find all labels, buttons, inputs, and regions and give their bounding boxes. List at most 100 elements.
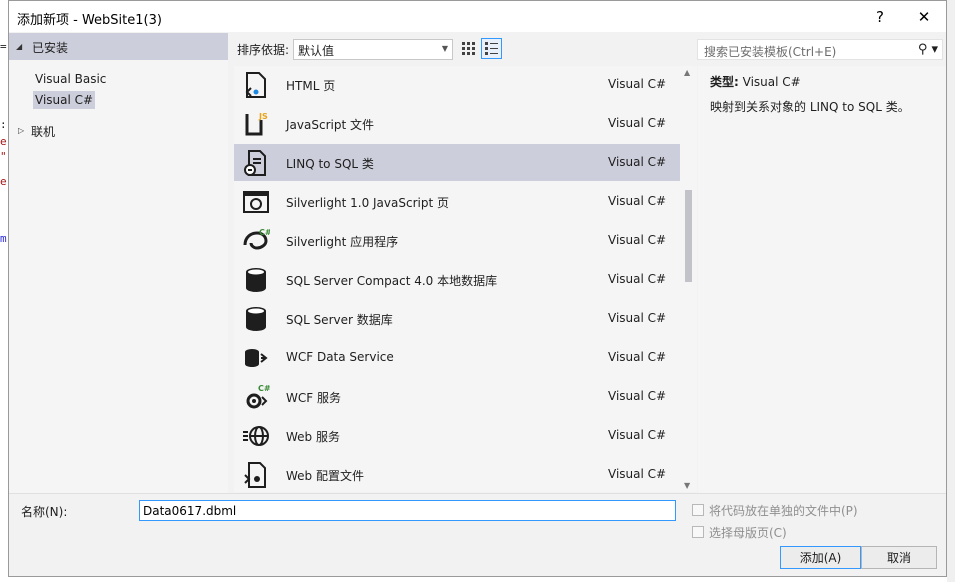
close-button[interactable]: ✕ xyxy=(902,1,946,32)
ide-code-glyph: : xyxy=(0,118,7,131)
template-row[interactable]: C# WCF 服务 Visual C# xyxy=(234,378,680,415)
svg-text:C#: C# xyxy=(258,384,270,393)
ide-code-glyph: = xyxy=(0,40,7,53)
template-row[interactable]: SQL Server Compact 4.0 本地数据库 Visual C# xyxy=(234,261,680,298)
title-bar: 添加新项 - WebSite1(3) ? ✕ xyxy=(9,1,946,32)
sort-dropdown-value: 默认值 xyxy=(298,44,335,58)
template-list: HTML 页 Visual C# JS JavaScript 文件 Visual C# L… xyxy=(234,66,680,492)
expanded-arrow-icon[interactable]: ◢ xyxy=(16,42,22,51)
grid-view-icon xyxy=(462,42,475,55)
sort-label: 排序依据: xyxy=(237,43,290,57)
close-icon: ✕ xyxy=(917,7,931,26)
template-info-pane: 类型: Visual C# 映射到关系对象的 LINQ to SQL 类。 xyxy=(698,66,946,493)
template-row[interactable]: Web 配置文件 Visual C# xyxy=(234,456,680,492)
wcf-data-service-icon xyxy=(242,344,270,372)
tree-node-online[interactable]: 联机 xyxy=(31,123,55,140)
search-icon[interactable]: ⚲ ▾ xyxy=(918,42,938,57)
collapsed-arrow-icon[interactable]: ▷ xyxy=(18,126,24,135)
template-row[interactable]: LINQ to SQL 类 Visual C# xyxy=(234,144,680,181)
template-name: Web 配置文件 xyxy=(286,469,364,483)
database-icon xyxy=(242,305,270,333)
template-row[interactable]: WCF Data Service Visual C# xyxy=(234,339,680,376)
template-description: 映射到关系对象的 LINQ to SQL 类。 xyxy=(710,100,910,114)
search-input[interactable]: 搜索已安装模板(Ctrl+E) ⚲ ▾ xyxy=(697,39,943,60)
tree-item-visual-basic[interactable]: Visual Basic xyxy=(35,70,106,88)
ide-background-left: = : e " e m xyxy=(0,0,8,582)
template-name: SQL Server Compact 4.0 本地数据库 xyxy=(286,274,498,288)
template-language: Visual C# xyxy=(608,272,667,286)
scroll-up-icon[interactable]: ▲ xyxy=(684,68,690,77)
template-name: SQL Server 数据库 xyxy=(286,313,393,327)
tree-node-label: 已安装 xyxy=(32,41,69,55)
wcf-service-icon: C# xyxy=(242,383,271,411)
add-button[interactable]: 添加(A) xyxy=(780,546,861,569)
template-name: WCF Data Service xyxy=(286,350,394,364)
template-language: Visual C# xyxy=(608,233,667,247)
template-name: JavaScript 文件 xyxy=(286,118,374,132)
name-label: 名称(N): xyxy=(21,505,68,519)
separate-file-label: 将代码放在单独的文件中(P) xyxy=(709,504,858,518)
list-view-button[interactable] xyxy=(481,38,502,59)
list-view-icon xyxy=(485,42,498,55)
template-name: LINQ to SQL 类 xyxy=(286,157,374,171)
template-name: Silverlight 1.0 JavaScript 页 xyxy=(286,196,449,210)
silverlight-page-icon xyxy=(242,188,270,216)
template-language: Visual C# xyxy=(608,311,667,325)
template-language: Visual C# xyxy=(608,467,667,481)
scrollbar-thumb[interactable] xyxy=(685,190,692,282)
search-placeholder: 搜索已安装模板(Ctrl+E) xyxy=(704,45,837,59)
template-language: Visual C# xyxy=(608,77,667,91)
template-language: Visual C# xyxy=(608,116,667,130)
template-name: Silverlight 应用程序 xyxy=(286,235,399,249)
divider xyxy=(9,493,946,494)
ide-code-glyph: m xyxy=(0,232,7,245)
tree-item-visual-csharp[interactable]: Visual C# xyxy=(33,91,96,109)
ide-code-glyph: e xyxy=(0,135,7,148)
silverlight-app-icon: C# xyxy=(242,227,272,255)
template-name: Web 服务 xyxy=(286,430,340,444)
template-type-label: 类型: xyxy=(710,75,739,89)
help-icon: ? xyxy=(876,7,884,26)
template-row[interactable]: Silverlight 1.0 JavaScript 页 Visual C# xyxy=(234,183,680,220)
template-type: 类型: Visual C# xyxy=(710,73,801,90)
master-page-checkbox[interactable] xyxy=(692,526,704,538)
javascript-file-icon: JS xyxy=(242,110,270,138)
cancel-button[interactable]: 取消 xyxy=(861,546,937,569)
template-row[interactable]: SQL Server 数据库 Visual C# xyxy=(234,300,680,337)
template-row[interactable]: JS JavaScript 文件 Visual C# xyxy=(234,105,680,142)
web-config-icon xyxy=(242,461,270,489)
template-name: WCF 服务 xyxy=(286,391,341,405)
category-tree: ◢ 已安装 Visual Basic Visual C# ▷ 联机 xyxy=(9,33,228,493)
separate-file-checkbox[interactable] xyxy=(692,504,704,516)
linq-to-sql-icon xyxy=(242,149,270,177)
screen: = : e " e m 添加新项 - WebSite1(3) ? ✕ ◢ 已安装… xyxy=(0,0,955,582)
template-type-value: Visual C# xyxy=(742,75,801,89)
dropdown-caret-icon: ▼ xyxy=(441,44,448,53)
sort-dropdown[interactable]: 默认值 ▼ xyxy=(293,39,453,60)
svg-text:C#: C# xyxy=(259,228,270,237)
ide-background-right xyxy=(947,0,955,582)
template-language: Visual C# xyxy=(608,350,667,364)
html-page-icon xyxy=(242,71,270,99)
help-button[interactable]: ? xyxy=(858,1,902,32)
add-new-item-dialog: 添加新项 - WebSite1(3) ? ✕ ◢ 已安装 Visual Basi… xyxy=(8,0,947,577)
template-list-scrollbar[interactable]: ▲ ▼ xyxy=(680,66,697,492)
template-language: Visual C# xyxy=(608,194,667,208)
master-page-label: 选择母版页(C) xyxy=(709,526,787,540)
database-icon xyxy=(242,266,270,294)
ide-code-glyph: e xyxy=(0,175,7,188)
template-language: Visual C# xyxy=(608,389,667,403)
scroll-down-icon[interactable]: ▼ xyxy=(684,481,690,490)
template-row[interactable]: C# Silverlight 应用程序 Visual C# xyxy=(234,222,680,259)
template-name: HTML 页 xyxy=(286,79,336,93)
svg-text:JS: JS xyxy=(258,112,268,121)
tree-node-installed[interactable]: ◢ 已安装 xyxy=(9,33,228,60)
grid-view-button[interactable] xyxy=(458,38,479,59)
web-service-icon xyxy=(242,422,270,450)
template-row[interactable]: Web 服务 Visual C# xyxy=(234,417,680,454)
window-title: 添加新项 - WebSite1(3) xyxy=(17,13,162,28)
template-row[interactable]: HTML 页 Visual C# xyxy=(234,66,680,103)
name-field[interactable] xyxy=(139,500,676,521)
template-language: Visual C# xyxy=(608,428,667,442)
ide-code-glyph: " xyxy=(0,150,7,163)
